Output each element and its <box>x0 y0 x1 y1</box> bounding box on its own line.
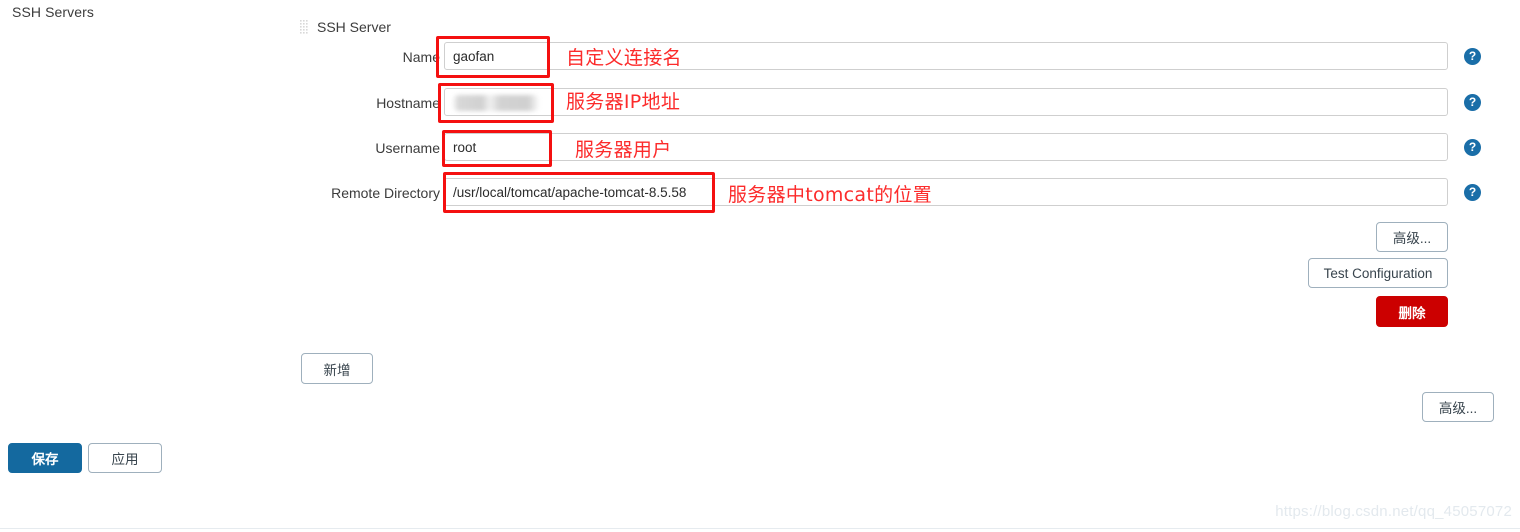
ssh-servers-settings-page: SSH Servers SSH Server Name ? Hos <box>0 0 1520 532</box>
help-icon-hostname[interactable]: ? <box>1464 94 1481 111</box>
input-remote-directory[interactable] <box>444 178 1448 206</box>
add-button[interactable]: 新增 <box>301 353 373 384</box>
footer-divider <box>0 528 1520 529</box>
help-icon-name[interactable]: ? <box>1464 48 1481 65</box>
field-row-name: Name ? <box>0 42 1520 72</box>
apply-button[interactable]: 应用 <box>88 443 162 473</box>
advanced-button-top[interactable]: 高级... <box>1376 222 1448 252</box>
delete-button[interactable]: 删除 <box>1376 296 1448 327</box>
annotation-hostname: 服务器IP地址 <box>566 91 681 113</box>
test-configuration-button[interactable]: Test Configuration <box>1308 258 1448 288</box>
save-button[interactable]: 保存 <box>8 443 82 473</box>
annotation-remote-directory: 服务器中tomcat的位置 <box>728 184 933 206</box>
field-row-hostname: Hostname ? <box>0 88 1520 118</box>
help-icon-remote-directory[interactable]: ? <box>1464 184 1481 201</box>
label-remote-directory: Remote Directory <box>331 185 440 201</box>
label-username: Username <box>375 140 440 156</box>
watermark: https://blog.csdn.net/qq_45057072 <box>1275 503 1512 520</box>
advanced-button-bottom[interactable]: 高级... <box>1422 392 1494 422</box>
annotation-username: 服务器用户 <box>575 139 672 161</box>
annotation-name: 自定义连接名 <box>566 47 682 69</box>
help-icon-username[interactable]: ? <box>1464 139 1481 156</box>
label-hostname: Hostname <box>376 95 440 111</box>
field-row-username: Username ? <box>0 133 1520 163</box>
label-name: Name <box>402 49 440 65</box>
